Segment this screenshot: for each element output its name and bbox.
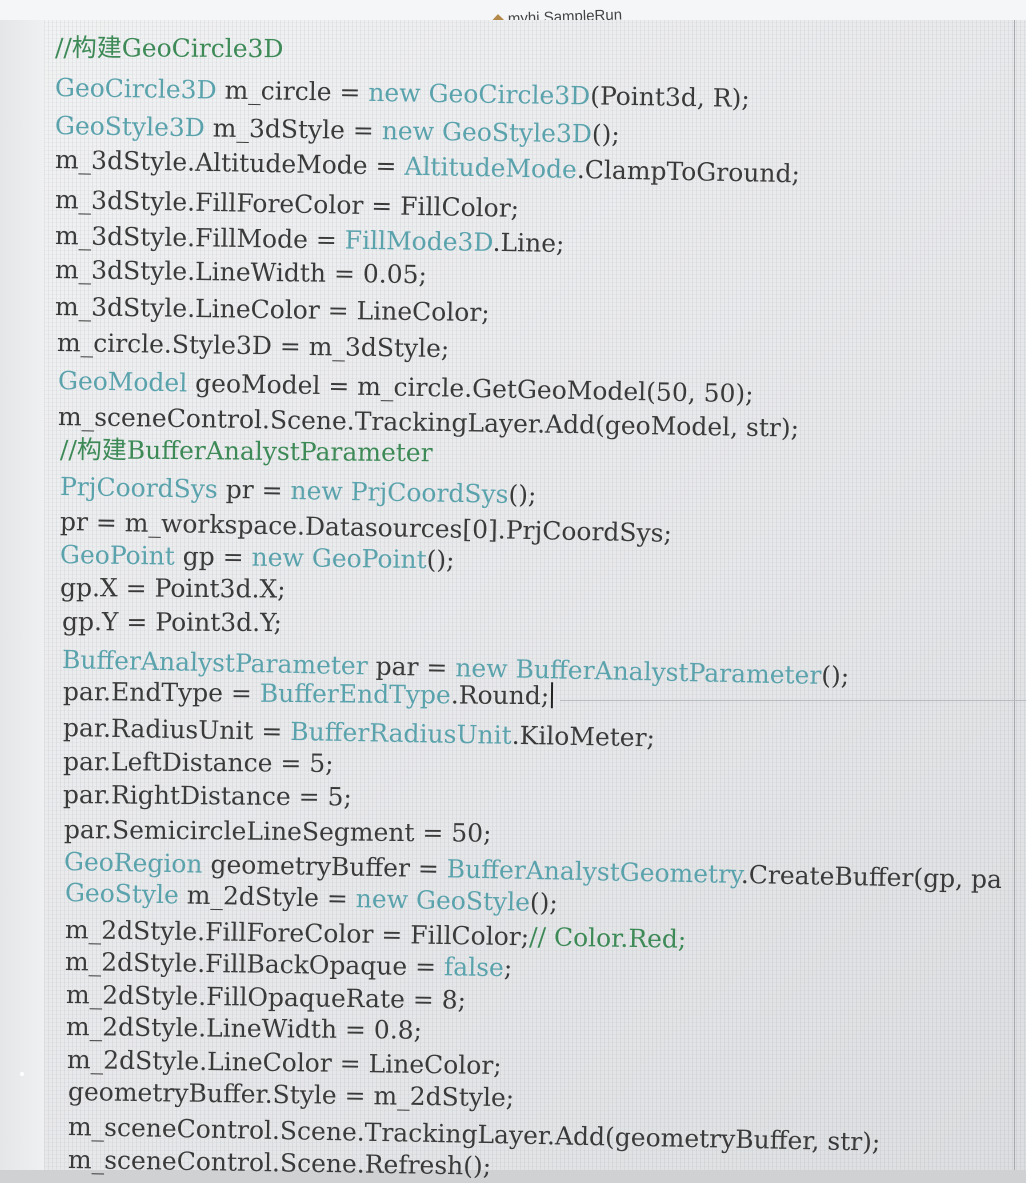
code-token-plain: geometryBuffer.Style = m_2dStyle; <box>67 1077 515 1113</box>
code-token-plain: m_sceneControl.Scene.Refresh(); <box>67 1145 492 1181</box>
code-line[interactable]: par.LeftDistance = 5; <box>63 747 334 779</box>
code-token-keyword: new <box>290 476 344 506</box>
code-token-type: GeoStyle <box>415 885 531 917</box>
code-token-type: PrjCoordSys <box>59 472 219 504</box>
code-token-type: AltitudeMode <box>404 151 578 185</box>
code-line[interactable]: par.SemicircleLineSegment = 50; <box>64 815 492 849</box>
code-token-plain: .ClampToGround; <box>576 155 801 189</box>
code-token-plain: m_circle.Style3D = m_3dStyle; <box>56 328 450 364</box>
code-token-plain: m_2dStyle = <box>178 880 357 914</box>
code-token-plain: par.RightDistance = 5; <box>62 780 353 812</box>
code-token-type: GeoCircle3D <box>428 78 591 111</box>
code-token-plain: .CreateBuffer(gp, pa <box>740 859 1003 895</box>
margin-marker <box>20 1072 24 1076</box>
code-token-comment: //构建BufferAnalystParameter <box>59 435 433 468</box>
code-token-keyword: new <box>455 653 508 684</box>
code-token-type: GeoStyle <box>64 878 180 910</box>
code-line[interactable]: m_2dStyle.LineWidth = 0.8; <box>66 1012 422 1046</box>
code-token-type: BufferEndType <box>259 678 451 710</box>
code-token-type: GeoStyle3D <box>441 117 593 149</box>
code-token-plain: .Round; <box>450 680 550 711</box>
code-token-plain: .KiloMeter; <box>511 720 656 753</box>
code-token-comment: //构建GeoCircle3D <box>54 33 284 64</box>
code-token-plain: par.RadiusUnit = <box>62 713 291 746</box>
code-line[interactable]: m_3dStyle.LineColor = LineColor; <box>55 292 490 328</box>
code-line[interactable]: geometryBuffer.Style = m_2dStyle; <box>68 1077 515 1113</box>
text-caret <box>551 682 554 709</box>
code-line[interactable]: m_2dStyle.LineColor = LineColor; <box>67 1045 502 1081</box>
code-token-plain: m_2dStyle.FillForeColor = FillColor; <box>64 915 530 952</box>
code-editor-photo: ◆myhj.SampleRun //构建GeoCircle3D GeoCircle… <box>0 0 1026 1183</box>
code-line[interactable]: par.EndType = BufferEndType.Round; <box>62 677 554 711</box>
code-token-plain: (); <box>426 545 455 575</box>
code-line[interactable]: par.RightDistance = 5; <box>63 780 352 813</box>
code-line[interactable]: //构建BufferAnalystParameter <box>60 435 433 468</box>
code-line[interactable]: gp.Y = Point3d.Y; <box>62 607 282 638</box>
code-token-type: FillMode3D <box>344 225 493 257</box>
code-token-plain: gp.X = Point3d.X; <box>59 573 286 604</box>
code-token-comment: // Color.Red; <box>528 922 687 954</box>
code-token-plain: m_2dStyle.LineWidth = 0.8; <box>65 1012 423 1045</box>
code-token-plain: m_3dStyle.AltitudeMode = <box>54 145 405 181</box>
code-token-plain: pr = <box>217 474 291 506</box>
editor-margin <box>0 20 44 1183</box>
current-line-rule <box>560 700 1026 701</box>
editor-tab-strip: ◆myhj.SampleRun <box>0 0 1026 28</box>
code-token-type: BufferRadiusUnit <box>290 716 512 750</box>
code-line[interactable]: GeoPoint gp = new GeoPoint(); <box>60 540 455 576</box>
code-token-type: GeoPoint <box>59 540 176 571</box>
code-token-type: GeoRegion <box>63 847 203 879</box>
code-token-type: BufferAnalystParameter <box>61 645 369 681</box>
code-token-plain: m_3dStyle.FillMode = <box>54 221 345 255</box>
code-line[interactable]: m_3dStyle.LineWidth = 0.05; <box>55 255 427 290</box>
code-token-plain: m_2dStyle.FillOpaqueRate = 8; <box>65 980 467 1015</box>
code-token-keyword: new <box>251 542 305 573</box>
code-line[interactable]: m_circle.Style3D = m_3dStyle; <box>57 328 450 364</box>
code-token-plain: (); <box>508 479 537 510</box>
code-token-keyword: false <box>443 952 505 983</box>
code-token-plain: (); <box>821 660 850 691</box>
code-token-plain: gp = <box>174 541 252 572</box>
code-token-plain: m_2dStyle.FillBackOpaque = <box>64 947 445 982</box>
code-token-plain: (); <box>529 887 559 918</box>
code-token-plain: gp.Y = Point3d.Y; <box>61 607 283 638</box>
code-line[interactable]: m_2dStyle.FillOpaqueRate = 8; <box>66 980 466 1016</box>
code-token-plain: m_3dStyle.LineColor = LineColor; <box>54 292 490 328</box>
code-token-type: BufferAnalystGeometry <box>446 854 742 889</box>
code-token-plain: (Point3d, R); <box>589 81 750 113</box>
code-token-keyword: new <box>368 77 421 108</box>
code-token-type: BufferAnalystParameter <box>515 654 822 690</box>
code-token-plain: (); <box>591 119 621 149</box>
code-token-plain: m_3dStyle = <box>204 113 383 146</box>
code-line[interactable]: //构建GeoCircle3D <box>55 33 284 64</box>
code-token-plain: .Line; <box>492 227 565 259</box>
editor-right-border <box>1014 20 1015 1183</box>
code-token-plain: par.SemicircleLineSegment = 50; <box>63 815 492 848</box>
code-line[interactable]: m_2dStyle.FillBackOpaque = false; <box>65 947 513 983</box>
code-token-type: GeoPoint <box>311 543 427 575</box>
code-line[interactable]: gp.X = Point3d.X; <box>60 573 286 605</box>
code-token-plain: par.LeftDistance = 5; <box>62 747 334 778</box>
code-token-plain: m_circle = <box>216 75 369 107</box>
code-token-keyword: new <box>355 884 409 915</box>
code-token-plain: m_2dStyle.LineColor = LineColor; <box>66 1045 502 1081</box>
code-token-type: GeoModel <box>57 366 188 398</box>
code-token-keyword: new <box>381 116 435 146</box>
code-token-type: PrjCoordSys <box>350 477 509 509</box>
code-token-plain: ; <box>503 953 513 983</box>
code-token-plain: par = <box>367 651 456 683</box>
code-token-plain: par.EndType = <box>62 677 260 708</box>
code-token-type: GeoStyle3D <box>54 111 206 143</box>
code-token-type: GeoCircle3D <box>54 73 217 105</box>
code-token-plain: m_3dStyle.LineWidth = 0.05; <box>54 255 428 290</box>
code-token-plain: geometryBuffer = <box>202 849 448 884</box>
